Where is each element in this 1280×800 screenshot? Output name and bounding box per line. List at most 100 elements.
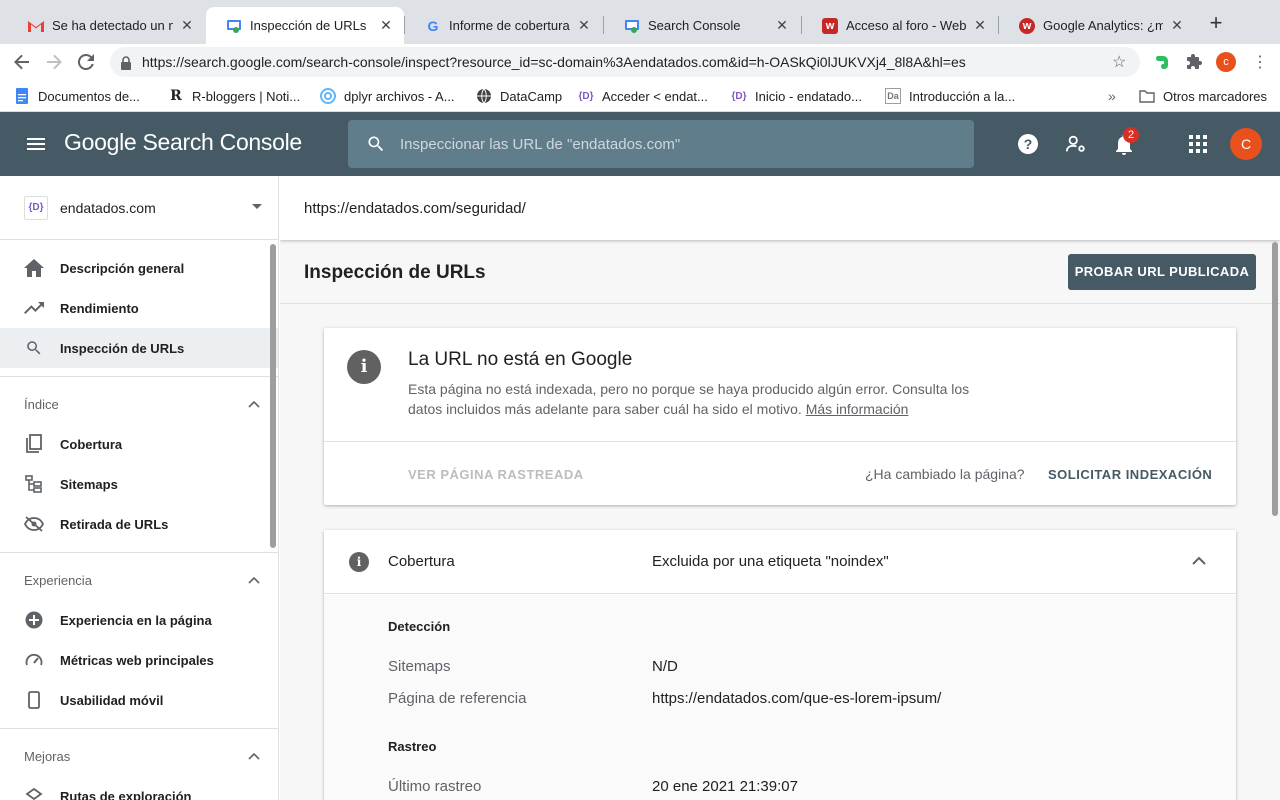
status-description: Esta página no está indexada, pero no po… [408,381,970,417]
endatados-icon: {D} [578,90,594,102]
inspected-url[interactable]: https://endatados.com/seguridad/ [304,200,526,217]
sidebar-item-removals[interactable]: Retirada de URLs [0,504,278,544]
help-icon[interactable]: ? [1016,132,1040,156]
bookmarks-overflow-icon[interactable]: » [1108,86,1116,106]
bookmark-item[interactable]: dplyr archivos - A... [320,86,455,106]
bookmark-item[interactable]: R R-bloggers | Noti... [168,86,300,106]
add-circle-icon [24,610,44,630]
app-logo[interactable]: Google Search Console [64,129,302,156]
manage-accounts-icon[interactable] [1064,132,1088,156]
sidebar-item-mobile-usability[interactable]: Usabilidad móvil [0,680,278,720]
browser-tab-url-inspection[interactable]: Inspección de URLs ✕ [206,7,404,44]
account-avatar[interactable]: C [1230,128,1262,160]
bookmarks-bar: Documentos de... R R-bloggers | Noti... … [0,80,1280,112]
browser-tab-search-console[interactable]: Search Console ✕ [604,7,800,44]
main-scrollbar[interactable] [1272,242,1278,516]
bookmark-item[interactable]: {D} Acceder < endat... [578,86,707,106]
referring-page-label: Página de referencia [388,690,527,707]
inspected-url-bar: https://endatados.com/seguridad/ [280,176,1280,240]
close-icon[interactable]: ✕ [378,17,394,34]
globe-icon [476,88,492,104]
chevron-up-icon[interactable] [248,575,260,587]
bookmark-item[interactable]: DataCamp [476,86,562,106]
new-tab-button[interactable]: + [1204,12,1228,36]
url-inspect-search-bar[interactable] [348,120,974,168]
evernote-icon[interactable] [1152,52,1172,72]
sidebar-scrollbar[interactable] [270,244,276,548]
sidebar-item-sitemaps[interactable]: Sitemaps [0,464,278,504]
learn-more-link[interactable]: Más información [806,401,909,417]
endatados-icon: {D} [731,90,747,102]
chevron-up-icon[interactable] [248,399,260,411]
sidebar-item-breadcrumbs[interactable]: Rutas de exploración [0,776,278,800]
speed-icon [24,650,44,670]
notification-count-badge: 2 [1123,127,1139,143]
crawl-heading: Rastreo [388,739,437,754]
trending-up-icon [24,298,44,318]
close-icon[interactable]: ✕ [179,17,195,34]
sidebar-item-core-web-vitals[interactable]: Métricas web principales [0,640,278,680]
section-header-enhancements[interactable]: Mejoras [24,749,70,764]
sitemap-icon [24,474,44,494]
sidebar-item-url-inspection[interactable]: Inspección de URLs [0,328,278,368]
google-icon: G [427,17,439,34]
google-docs-icon [14,88,30,104]
section-header-experience[interactable]: Experiencia [24,573,92,588]
request-indexing-button[interactable]: SOLICITAR INDEXACIÓN [1048,467,1212,482]
browser-tab-strip: Se ha detectado un nue ✕ Inspección de U… [0,0,1280,44]
close-icon[interactable]: ✕ [972,17,988,34]
last-crawl-value: 20 ene 2021 21:39:07 [652,778,798,795]
lock-icon [120,56,132,70]
sidebar-item-coverage[interactable]: Cobertura [0,424,278,464]
sidebar: {D} endatados.com Descripción general Re… [0,176,279,800]
page-title: Inspección de URLs [304,262,486,283]
divider [280,303,1280,304]
property-name: endatados.com [60,200,156,216]
browser-tab-analytics[interactable]: w Google Analytics: ¿mej ✕ [999,7,1195,44]
close-icon[interactable]: ✕ [1169,17,1185,34]
section-header-index[interactable]: Índice [24,397,59,412]
property-icon: {D} [24,196,48,220]
datacamp-doc-icon: Da [885,88,901,104]
chevron-up-icon[interactable] [1192,556,1206,566]
apps-grid-icon[interactable] [1186,132,1210,156]
last-crawl-label: Último rastreo [388,778,482,795]
coverage-details: Detección Sitemaps N/D Página de referen… [324,595,1236,800]
divider [324,441,1236,442]
address-bar[interactable]: https://search.google.com/search-console… [110,47,1140,77]
sidebar-item-overview[interactable]: Descripción general [0,248,278,288]
search-icon [24,338,44,358]
sitemaps-label: Sitemaps [388,658,451,675]
back-arrow-icon[interactable] [10,50,34,74]
close-icon[interactable]: ✕ [774,17,790,34]
referring-page-value[interactable]: https://endatados.com/que-es-lorem-ipsum… [652,690,941,707]
bookmark-star-icon[interactable]: ☆ [1112,52,1132,72]
visibility-off-icon [24,514,44,534]
browser-tab-forum[interactable]: w Acceso al foro - Weber ✕ [802,7,998,44]
bookmark-item[interactable]: Documentos de... [14,86,140,106]
coverage-header[interactable]: i Cobertura Excluida por una etiqueta "n… [324,530,1236,594]
coverage-label: Cobertura [388,553,455,570]
more-vert-icon[interactable]: ⋮ [1250,52,1270,72]
sitemaps-value: N/D [652,658,678,675]
sidebar-item-page-experience[interactable]: Experiencia en la página [0,600,278,640]
property-selector[interactable]: {D} endatados.com [0,176,278,240]
bookmark-item[interactable]: {D} Inicio - endatado... [731,86,861,106]
profile-avatar[interactable]: c [1216,52,1236,72]
browser-tab-gmail[interactable]: Se ha detectado un nue ✕ [8,7,205,44]
sidebar-item-performance[interactable]: Rendimiento [0,288,278,328]
other-bookmarks[interactable]: Otros marcadores [1139,86,1267,106]
hamburger-menu-icon[interactable] [24,132,48,156]
view-crawled-page-button[interactable]: VER PÁGINA RASTREADA [408,467,584,482]
reload-icon[interactable] [74,50,98,74]
close-icon[interactable]: ✕ [576,17,592,34]
coverage-value: Excluida por una etiqueta "noindex" [652,553,889,570]
test-live-url-button[interactable]: PROBAR URL PUBLICADA [1068,254,1256,290]
bookmark-item[interactable]: Da Introducción a la... [885,86,1015,106]
search-input[interactable] [400,135,940,153]
detection-heading: Detección [388,619,451,634]
extensions-puzzle-icon[interactable] [1184,52,1204,72]
forward-arrow-icon[interactable] [42,50,66,74]
browser-tab-coverage-report[interactable]: G Informe de cobertura d ✕ [405,7,602,44]
chevron-up-icon[interactable] [248,751,260,763]
